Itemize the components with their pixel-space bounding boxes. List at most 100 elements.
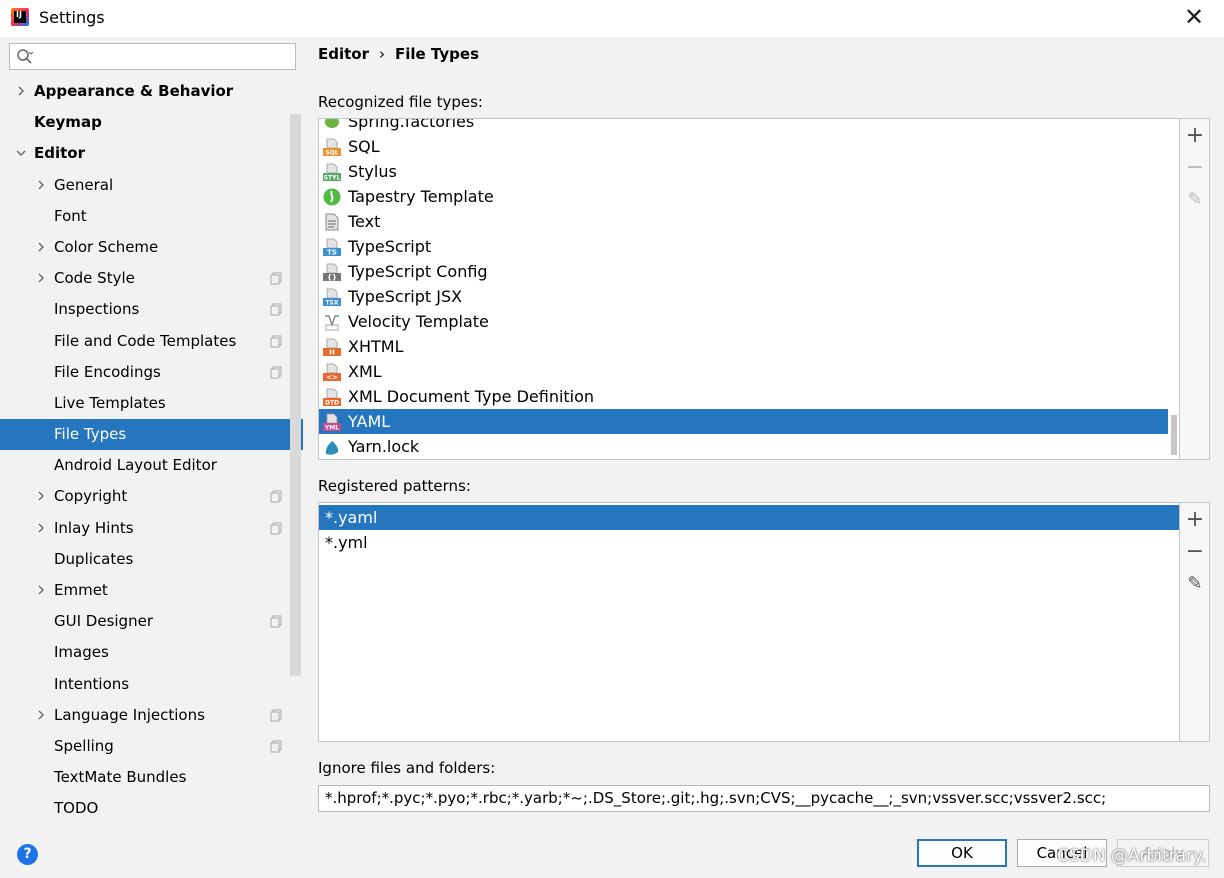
chevron-right-icon[interactable] bbox=[15, 85, 27, 97]
file-type-row[interactable]: Tapestry Template bbox=[319, 184, 1179, 209]
svg-text:{}: {} bbox=[327, 274, 337, 282]
sidebar-item-label: Emmet bbox=[54, 581, 108, 599]
sidebar-item-todo[interactable]: TODO bbox=[0, 793, 303, 824]
chevron-right-icon[interactable] bbox=[35, 709, 47, 721]
sidebar-item-emmet[interactable]: Emmet bbox=[0, 575, 303, 606]
sidebar-item-inlay-hints[interactable]: Inlay Hints bbox=[0, 513, 303, 544]
recognized-file-types-list[interactable]: Spring.factories SQL SQL STYL Stylus Tapestry… bbox=[318, 118, 1180, 460]
sidebar-item-label: Spelling bbox=[54, 736, 114, 755]
velocity-icon bbox=[325, 315, 339, 331]
sql-file-icon: SQL bbox=[323, 138, 341, 156]
sidebar-item-file-encodings[interactable]: File Encodings bbox=[0, 357, 303, 388]
add-pattern-button[interactable]: + bbox=[1184, 509, 1206, 531]
project-scope-icon bbox=[270, 490, 282, 503]
file-type-name: XHTML bbox=[348, 337, 404, 356]
add-file-type-button[interactable]: + bbox=[1184, 125, 1206, 147]
chevron-right-icon[interactable] bbox=[35, 490, 47, 502]
sidebar-item-label: Appearance & Behavior bbox=[34, 82, 234, 100]
search-icon bbox=[17, 49, 34, 64]
sidebar-item-label: Editor bbox=[34, 144, 85, 163]
sidebar-item-label: Inlay Hints bbox=[54, 518, 134, 537]
sidebar-item-duplicates[interactable]: Duplicates bbox=[0, 544, 303, 575]
sidebar-item-font[interactable]: Font bbox=[0, 201, 303, 232]
sidebar-item-keymap[interactable]: Keymap bbox=[0, 107, 303, 138]
sidebar-item-color-scheme[interactable]: Color Scheme bbox=[0, 232, 303, 263]
file-type-row[interactable]: DTD XML Document Type Definition bbox=[319, 384, 1179, 409]
project-scope-icon bbox=[270, 522, 282, 535]
file-type-row[interactable]: STYL Stylus bbox=[319, 159, 1179, 184]
chevron-down-icon[interactable] bbox=[15, 147, 27, 159]
breadcrumb-current: File Types bbox=[395, 45, 479, 63]
xhtml-file-icon: H bbox=[323, 338, 341, 356]
sidebar-item-label: Inspections bbox=[54, 300, 140, 319]
help-icon[interactable]: ? bbox=[17, 844, 38, 865]
recognized-file-types-label: Recognized file types: bbox=[318, 93, 483, 111]
ignore-files-input[interactable]: *.hprof;*.pyc;*.pyo;*.rbc;*.yarb;*~;.DS_… bbox=[318, 785, 1210, 812]
file-type-row[interactable]: Velocity Template bbox=[319, 309, 1179, 334]
ok-button[interactable]: OK bbox=[917, 839, 1007, 867]
sidebar-item-android-layout-editor[interactable]: Android Layout Editor bbox=[0, 450, 303, 481]
sidebar-item-file-and-code-templates[interactable]: File and Code Templates bbox=[0, 326, 303, 357]
file-types-scrollbar[interactable] bbox=[1168, 119, 1179, 459]
pattern-row[interactable]: *.yml bbox=[319, 530, 1179, 555]
chevron-right-icon[interactable] bbox=[35, 179, 47, 191]
chevron-right-icon[interactable] bbox=[35, 272, 47, 284]
file-type-row[interactable]: Yarn.lock bbox=[319, 434, 1179, 459]
sidebar-item-textmate-bundles[interactable]: TextMate Bundles bbox=[0, 762, 303, 793]
file-type-row[interactable]: TSX TypeScript JSX bbox=[319, 284, 1179, 309]
sidebar-item-language-injections[interactable]: Language Injections bbox=[0, 700, 303, 731]
sidebar-item-appearance-behavior[interactable]: Appearance & Behavior bbox=[0, 76, 303, 107]
title-bar: IJ Settings ✕ bbox=[0, 0, 1224, 37]
sidebar-item-file-types[interactable]: File Types bbox=[0, 419, 303, 451]
yaml-file-icon: YML bbox=[323, 413, 341, 431]
edit-pattern-button[interactable]: ✎ bbox=[1184, 573, 1206, 595]
file-type-row[interactable]: {} TypeScript Config bbox=[319, 259, 1179, 284]
file-type-row[interactable]: SQL SQL bbox=[319, 134, 1179, 159]
sidebar-item-intentions[interactable]: Intentions bbox=[0, 669, 303, 700]
svg-text:SQL: SQL bbox=[325, 150, 338, 157]
settings-sidebar: Appearance & Behavior Keymap Editor General… bbox=[0, 37, 303, 827]
sidebar-item-gui-designer[interactable]: GUI Designer bbox=[0, 606, 303, 637]
file-type-row[interactable]: TS TypeScript bbox=[319, 234, 1179, 259]
registered-patterns-list[interactable]: *.yaml *.yml bbox=[318, 502, 1180, 742]
sidebar-item-label: File Types bbox=[54, 425, 127, 444]
sidebar-item-images[interactable]: Images bbox=[0, 637, 303, 668]
breadcrumb-parent[interactable]: Editor bbox=[318, 45, 369, 63]
sidebar-item-code-style[interactable]: Code Style bbox=[0, 263, 303, 294]
file-type-row[interactable]: Spring.factories bbox=[319, 118, 1179, 134]
sidebar-item-inspections[interactable]: Inspections bbox=[0, 294, 303, 325]
sidebar-item-editor[interactable]: Editor bbox=[0, 138, 303, 169]
sidebar-item-copyright[interactable]: Copyright bbox=[0, 481, 303, 512]
file-type-row[interactable]: <> XML bbox=[319, 359, 1179, 384]
sidebar-item-general[interactable]: General bbox=[0, 170, 303, 201]
sidebar-item-label: Color Scheme bbox=[54, 237, 159, 256]
sidebar-scrollbar[interactable] bbox=[290, 114, 301, 676]
sidebar-item-spelling[interactable]: Spelling bbox=[0, 731, 303, 762]
file-type-row[interactable]: YML YAML bbox=[319, 409, 1179, 434]
file-type-name: Stylus bbox=[348, 162, 397, 181]
settings-tree: Appearance & Behavior Keymap Editor General… bbox=[0, 76, 303, 825]
chevron-right-icon[interactable] bbox=[35, 584, 47, 596]
remove-file-type-button[interactable]: − bbox=[1184, 157, 1206, 179]
project-scope-icon bbox=[270, 709, 282, 722]
settings-search-input[interactable] bbox=[9, 43, 296, 70]
sidebar-item-label: Code Style bbox=[54, 269, 135, 288]
typescript-config-icon: {} bbox=[323, 263, 341, 281]
pattern-row[interactable]: *.yaml bbox=[319, 505, 1179, 530]
tapestry-icon bbox=[323, 188, 341, 206]
edit-file-type-button[interactable]: ✎ bbox=[1184, 189, 1206, 211]
file-types-scroll-thumb[interactable] bbox=[1171, 415, 1177, 455]
file-type-name: Velocity Template bbox=[348, 312, 489, 331]
project-scope-icon bbox=[270, 303, 282, 316]
file-type-name: Spring.factories bbox=[348, 118, 475, 131]
chevron-right-icon[interactable] bbox=[35, 241, 47, 253]
stylus-file-icon: STYL bbox=[323, 163, 341, 181]
sidebar-item-label: TextMate Bundles bbox=[54, 768, 187, 787]
remove-pattern-button[interactable]: − bbox=[1184, 541, 1206, 563]
close-icon[interactable]: ✕ bbox=[1183, 4, 1205, 30]
project-scope-icon bbox=[270, 272, 282, 285]
sidebar-item-live-templates[interactable]: Live Templates bbox=[0, 388, 303, 419]
chevron-right-icon[interactable] bbox=[35, 522, 47, 534]
file-type-row[interactable]: H XHTML bbox=[319, 334, 1179, 359]
file-type-row[interactable]: Text bbox=[319, 209, 1179, 234]
